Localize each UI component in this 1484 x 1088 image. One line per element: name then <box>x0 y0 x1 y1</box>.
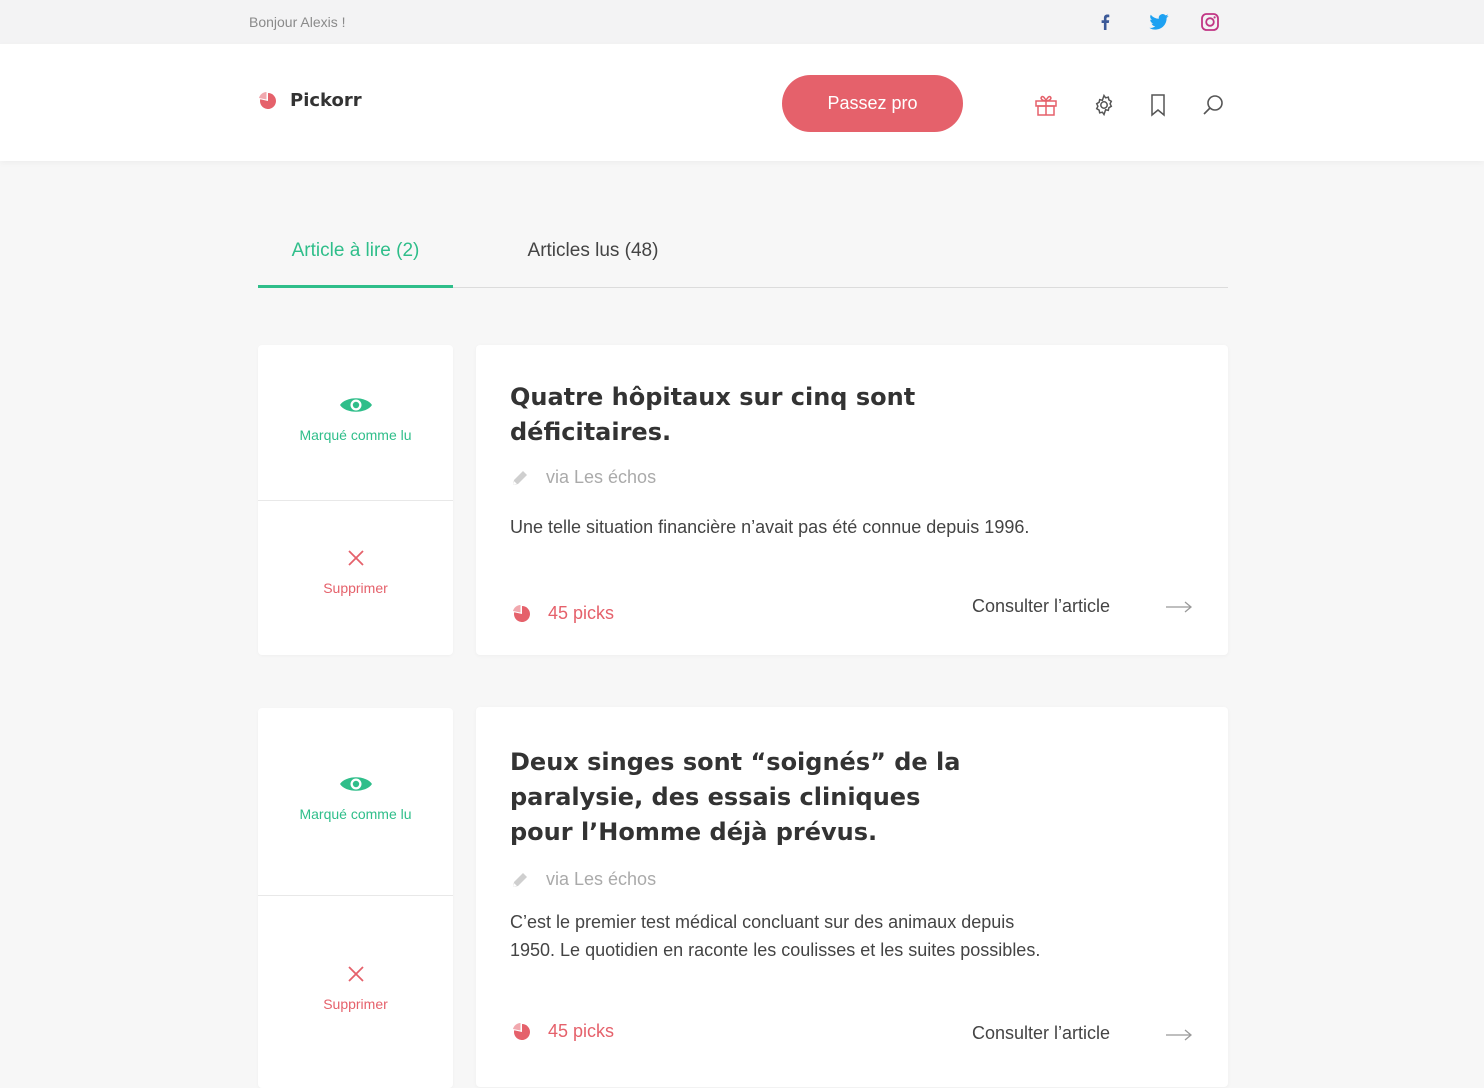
article-actions-card: Marqué comme lu Supprimer <box>258 345 453 655</box>
tab-to-read[interactable]: Article à lire (2) <box>258 228 453 288</box>
article-title[interactable]: Quatre hôpitaux sur cinq sont déficitair… <box>510 380 990 450</box>
bookmark-icon[interactable] <box>1145 92 1171 118</box>
article-source: via Les échos <box>510 467 656 488</box>
close-icon <box>347 966 364 982</box>
article-description: C’est le premier test médical concluant … <box>510 912 1041 960</box>
brand-logo[interactable]: Pickorr <box>258 90 362 111</box>
facebook-icon[interactable] <box>1094 11 1116 33</box>
article-actions-card: Marqué comme lu Supprimer <box>258 708 453 1088</box>
picks-count: 45 picks <box>512 603 614 624</box>
picks-text: 45 picks <box>548 1021 615 1041</box>
eye-icon <box>339 777 372 791</box>
article-tabs: Article à lire (2) Articles lus (48) <box>258 228 1228 288</box>
picks-icon <box>513 1022 530 1040</box>
tab-read[interactable]: Articles lus (48) <box>498 228 688 288</box>
mark-read-label: Marqué comme lu <box>299 427 412 443</box>
delete-button[interactable]: Supprimer <box>258 966 453 1012</box>
arrow-right-icon[interactable] <box>1166 1029 1192 1041</box>
picks-icon <box>513 604 530 622</box>
main-header: Pickorr Passez pro <box>0 44 1484 161</box>
pencil-icon <box>513 872 527 887</box>
greeting-text: Bonjour Alexis ! <box>249 14 346 30</box>
twitter-icon[interactable] <box>1148 11 1170 33</box>
search-icon[interactable] <box>1200 92 1226 118</box>
picks-count: 45 picks <box>512 1021 614 1042</box>
view-article-link[interactable]: Consulter l’article <box>972 1023 1110 1044</box>
delete-label: Supprimer <box>323 580 388 596</box>
article-source-text: via Les échos <box>546 869 657 889</box>
article-card: Deux singes sont “soignés” de la paralys… <box>476 707 1228 1087</box>
picks-text: 45 picks <box>548 603 615 623</box>
gift-icon[interactable] <box>1033 92 1059 118</box>
mark-read-button[interactable]: Marqué comme lu <box>258 774 453 822</box>
divider <box>258 895 453 896</box>
pencil-icon <box>513 470 527 485</box>
go-pro-button[interactable]: Passez pro <box>782 75 963 132</box>
eye-icon <box>339 398 372 412</box>
delete-label: Supprimer <box>323 996 388 1012</box>
mark-read-button[interactable]: Marqué comme lu <box>258 395 453 443</box>
article-description: Une telle situation financière n’avait p… <box>510 517 1030 537</box>
article-source-text: via Les échos <box>546 467 657 487</box>
close-icon <box>347 550 364 566</box>
brand-name: Pickorr <box>290 90 362 111</box>
arrow-right-icon[interactable] <box>1166 601 1192 613</box>
article-source: via Les échos <box>510 869 656 890</box>
view-article-link[interactable]: Consulter l’article <box>972 596 1110 617</box>
instagram-icon[interactable] <box>1199 11 1221 33</box>
article-card: Quatre hôpitaux sur cinq sont déficitair… <box>476 345 1228 655</box>
gear-icon[interactable] <box>1091 92 1117 118</box>
article-title[interactable]: Deux singes sont “soignés” de la paralys… <box>510 745 980 850</box>
divider <box>258 500 453 501</box>
pickorr-logo-icon <box>259 91 276 109</box>
delete-button[interactable]: Supprimer <box>258 550 453 596</box>
mark-read-label: Marqué comme lu <box>299 806 412 822</box>
top-bar: Bonjour Alexis ! <box>0 0 1484 44</box>
